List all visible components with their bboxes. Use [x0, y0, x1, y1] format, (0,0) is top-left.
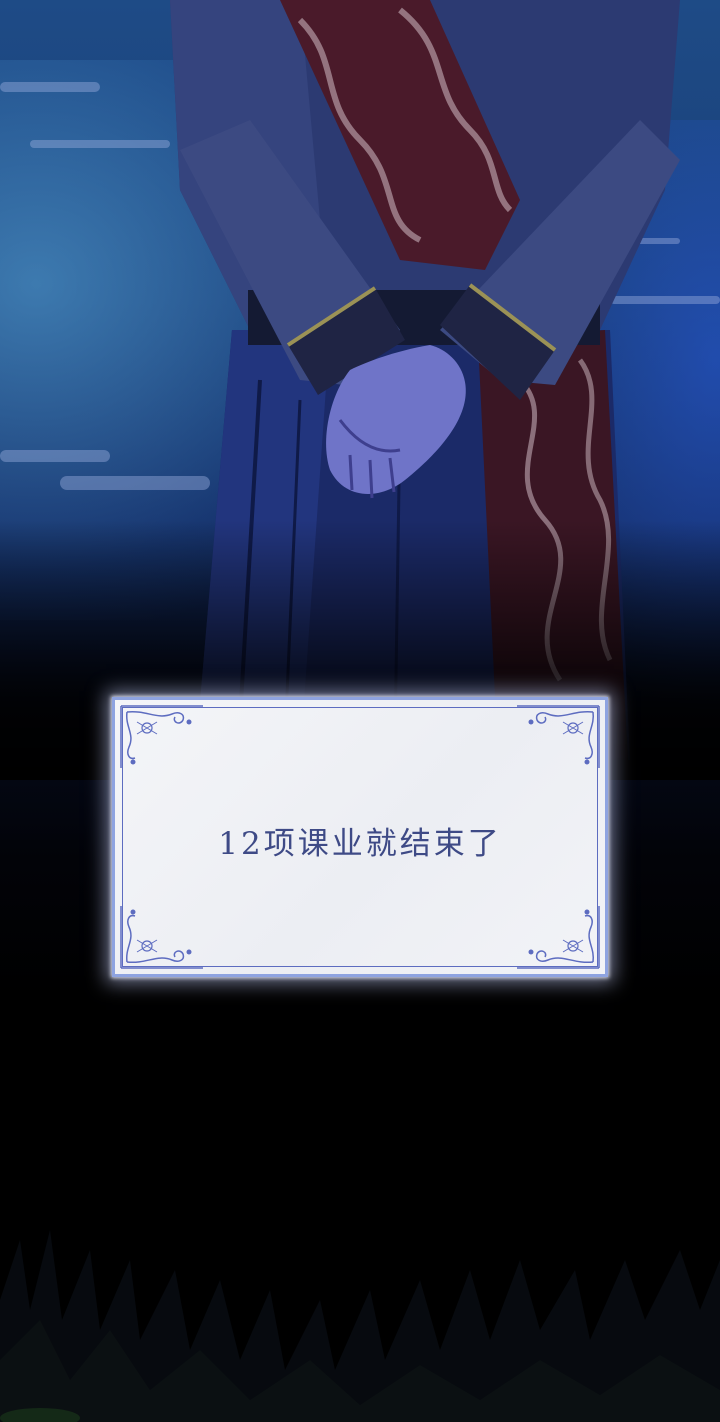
night-grass	[0, 1230, 720, 1422]
caption-text: 12项课业就结束了	[218, 826, 502, 862]
corner-ornament-icon	[120, 705, 203, 768]
corner-ornament-icon	[517, 705, 600, 768]
corner-ornament-icon	[517, 906, 600, 969]
comic-panel: 12项课业就结束了	[0, 0, 720, 1422]
narration-caption-box: 12项课业就结束了	[112, 697, 608, 977]
corner-ornament-icon	[120, 906, 203, 969]
